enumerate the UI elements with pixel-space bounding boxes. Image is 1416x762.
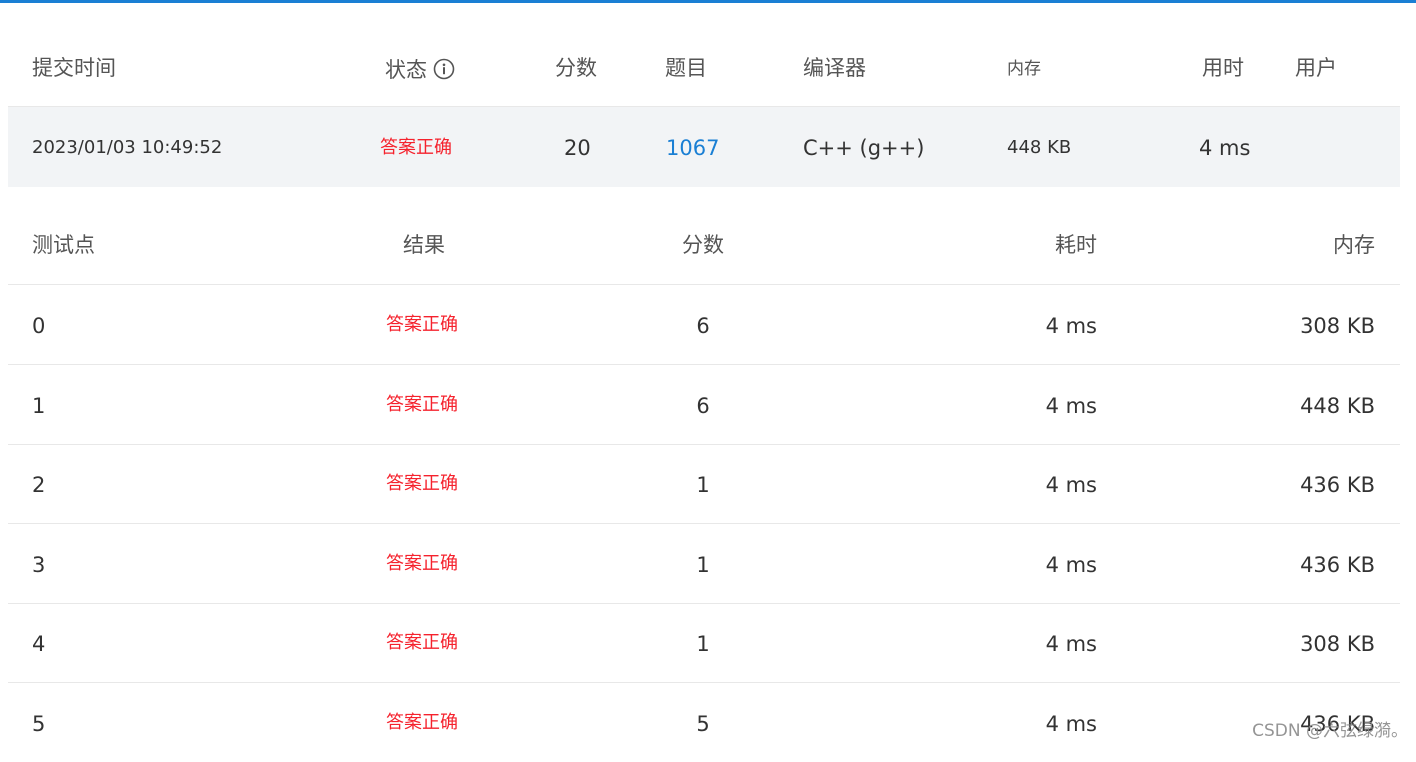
test-point: 5	[32, 712, 46, 736]
header-score: 分数	[555, 56, 597, 80]
test-memory: 308 KB	[1300, 632, 1375, 656]
info-circle-icon[interactable]	[433, 58, 455, 84]
header-problem: 题目	[665, 56, 707, 80]
table-row: 2 答案正确 1 4 ms 436 KB	[8, 444, 1400, 524]
test-time: 4 ms	[1045, 632, 1097, 656]
header-submit-time: 提交时间	[32, 56, 116, 80]
table-row: 4 答案正确 1 4 ms 308 KB	[8, 603, 1400, 683]
header-tc-memory: 内存	[1333, 233, 1375, 257]
test-time: 4 ms	[1045, 712, 1097, 736]
submission-compiler: C++ (g++)	[803, 136, 925, 160]
csdn-watermark: CSDN @六弦绿漪。	[1252, 721, 1408, 741]
header-duration: 用时	[1202, 56, 1244, 80]
test-memory: 436 KB	[1300, 553, 1375, 577]
test-time: 4 ms	[1045, 314, 1097, 338]
header-memory: 内存	[1007, 59, 1041, 79]
test-result: 答案正确	[386, 394, 458, 415]
test-result: 答案正确	[386, 314, 458, 335]
test-point: 4	[32, 632, 46, 656]
table-row: 0 答案正确 6 4 ms 308 KB	[8, 285, 1400, 365]
test-point: 0	[32, 314, 46, 338]
header-user: 用户	[1295, 56, 1337, 80]
submission-time: 2023/01/03 10:49:52	[32, 137, 223, 158]
test-time: 4 ms	[1045, 473, 1097, 497]
test-memory: 436 KB	[1300, 473, 1375, 497]
submission-memory: 448 KB	[1007, 137, 1072, 158]
submission-score: 20	[564, 136, 591, 160]
test-memory: 308 KB	[1300, 314, 1375, 338]
header-tc-time: 耗时	[1055, 233, 1097, 257]
test-result: 答案正确	[386, 553, 458, 574]
test-point: 3	[32, 553, 46, 577]
submission-duration: 4 ms	[1199, 136, 1251, 160]
table-row: 3 答案正确 1 4 ms 436 KB	[8, 524, 1400, 604]
test-result: 答案正确	[386, 632, 458, 653]
header-test-point: 测试点	[32, 233, 95, 257]
header-compiler: 编译器	[803, 56, 866, 80]
header-status-label: 状态	[385, 58, 427, 82]
test-memory: 448 KB	[1300, 394, 1375, 418]
test-point: 2	[32, 473, 46, 497]
test-point: 1	[32, 394, 46, 418]
header-status: 状态	[385, 58, 455, 84]
submission-row: 2023/01/03 10:49:52 答案正确 20 1067 C++ (g+…	[8, 107, 1400, 187]
problem-link[interactable]: 1067	[666, 138, 719, 159]
test-result: 答案正确	[386, 712, 458, 733]
submission-status: 答案正确	[380, 137, 452, 158]
test-result: 答案正确	[386, 473, 458, 494]
table-row: 1 答案正确 6 4 ms 448 KB	[8, 365, 1400, 445]
top-accent-bar	[0, 0, 1416, 3]
testcase-table-header: 测试点 结果 分数 耗时 内存	[8, 207, 1400, 285]
test-time: 4 ms	[1045, 553, 1097, 577]
table-row: 5 答案正确 5 4 ms 436 KB	[32, 712, 1375, 736]
test-time: 4 ms	[1045, 394, 1097, 418]
header-result: 结果	[403, 233, 445, 257]
submission-table-header: 提交时间 状态 分数 题目 编译器 内存 用时 用户	[8, 30, 1400, 107]
